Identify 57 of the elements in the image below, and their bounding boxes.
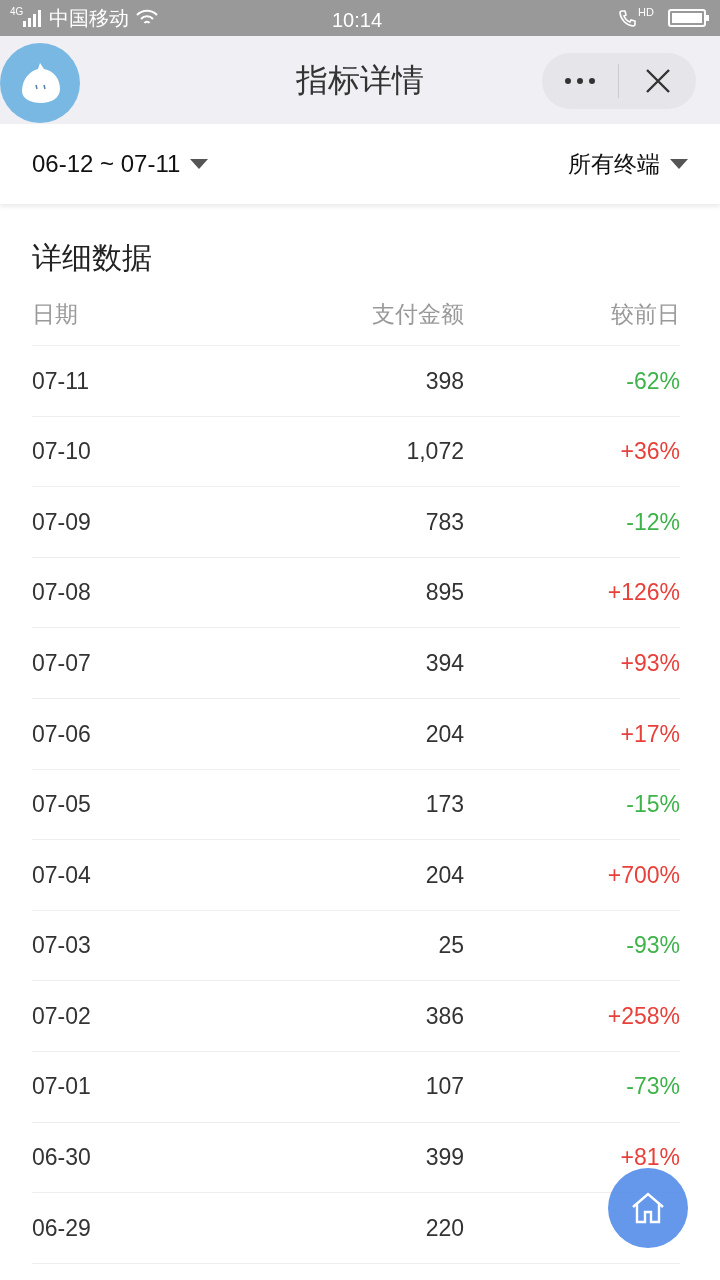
date-cell-text: 07-01 — [32, 1072, 92, 1102]
change-cell-text: -15% — [625, 790, 680, 820]
close-icon — [645, 69, 670, 93]
section-title: 详细数据 — [32, 240, 153, 276]
home-icon — [631, 1192, 665, 1224]
signal-icon — [23, 9, 44, 27]
date-range-dropdown[interactable]: 06-12 ~ 07-11 — [32, 146, 209, 182]
column-header: 较前日 — [610, 300, 680, 330]
amount-cell-text: 204 — [424, 860, 464, 890]
page-title: 指标详情 — [295, 61, 425, 100]
amount-cell-text: 783 — [424, 507, 464, 537]
carrier-name: 中国移动 — [49, 6, 130, 31]
date-cell-text: 07-02 — [32, 1001, 92, 1031]
terminal-dropdown[interactable]: 所有终端 — [568, 146, 688, 182]
date-cell-text: 07-09 — [32, 507, 92, 537]
network-type: 4G — [10, 5, 24, 19]
date-cell-text: 07-10 — [32, 437, 92, 467]
change-cell-text: +126% — [606, 578, 680, 608]
change-cell-text: -62% — [625, 366, 680, 396]
change-cell-text: +36% — [619, 437, 680, 467]
amount-cell-text: 1,072 — [405, 437, 464, 467]
amount-cell-text: 220 — [424, 1213, 464, 1243]
caret-icon — [670, 159, 688, 169]
date-cell-text: 07-04 — [32, 860, 92, 890]
caret-icon — [190, 159, 209, 169]
change-cell-text: -73% — [625, 1072, 680, 1102]
date-cell-text: 06-29 — [32, 1213, 92, 1243]
amount-cell-text: 107 — [424, 1072, 464, 1102]
change-cell-text: -12% — [625, 507, 680, 537]
battery-icon — [668, 8, 710, 28]
more-icon — [565, 78, 595, 84]
date-cell-text: 07-08 — [32, 578, 92, 608]
amount-cell-text: 173 — [424, 790, 464, 820]
change-cell-text: +81% — [619, 1143, 680, 1173]
change-cell-text: +258% — [606, 1001, 680, 1031]
hd-label: HD — [638, 5, 654, 20]
date-cell-text: 07-03 — [32, 931, 92, 961]
change-cell-text: +93% — [619, 648, 680, 678]
date-cell-text: 07-06 — [32, 719, 92, 749]
amount-cell-text: 204 — [424, 719, 464, 749]
change-cell-text: -93% — [625, 931, 680, 961]
amount-cell-text: 895 — [424, 578, 464, 608]
column-header: 支付金额 — [371, 300, 464, 330]
date-cell-text: 06-30 — [32, 1143, 92, 1173]
clock: 10:14 — [332, 8, 383, 33]
amount-cell-text: 398 — [424, 366, 464, 396]
phone-icon — [618, 8, 639, 28]
change-cell-text: +700% — [606, 860, 680, 890]
amount-cell-text: 394 — [424, 648, 464, 678]
date-cell-text: 07-05 — [32, 790, 92, 820]
date-cell-text: 07-11 — [32, 366, 91, 396]
change-cell-text: +17% — [619, 719, 680, 749]
date-cell-text: 07-07 — [32, 648, 92, 678]
amount-cell-text: 399 — [424, 1143, 464, 1173]
amount-cell-text: 25 — [437, 931, 464, 961]
column-header: 日期 — [32, 300, 79, 330]
amount-cell-text: 386 — [424, 1001, 464, 1031]
